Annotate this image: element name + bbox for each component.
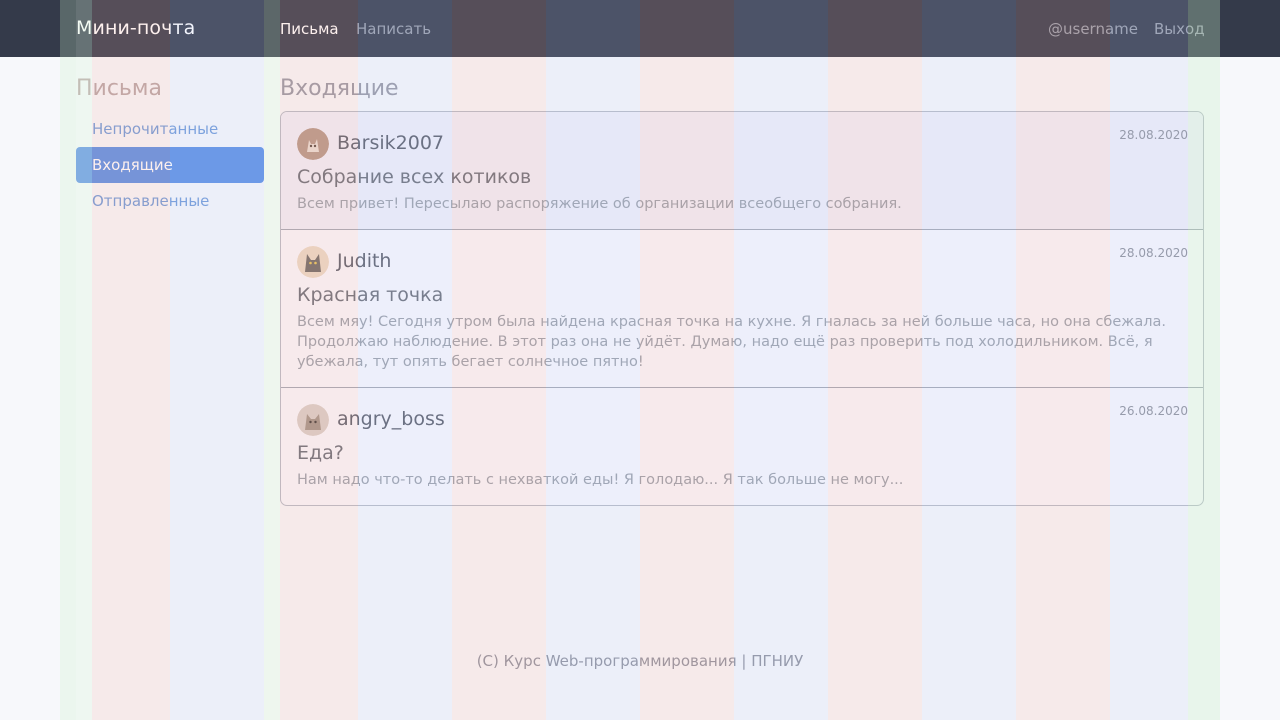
brand-logo[interactable]: Мини-почта <box>76 17 195 39</box>
message-subject: Собрание всех котиков <box>297 166 532 188</box>
sidebar-item-inbox[interactable]: Входящие <box>76 147 264 183</box>
message-item[interactable]: angry_boss 26.08.2020 Еда? Нам надо что-… <box>281 388 1203 505</box>
message-subject: Еда? <box>297 442 344 464</box>
cat-avatar-icon <box>297 404 329 436</box>
sidebar-item-label: Отправленные <box>92 192 210 210</box>
message-subject: Красная точка <box>297 284 444 306</box>
message-date: 28.08.2020 <box>1119 128 1188 142</box>
grid-overlay-column <box>92 0 170 720</box>
message-preview: Всем мяу! Сегодня утром была найдена кра… <box>297 314 1167 370</box>
message-date: 26.08.2020 <box>1119 404 1188 418</box>
nav-compose-link[interactable]: Написать <box>356 20 431 38</box>
sidebar-item-unread[interactable]: Непрочитанные <box>76 111 264 147</box>
logout-link[interactable]: Выход <box>1154 20 1205 38</box>
grid-overlay-gutter <box>76 0 92 720</box>
top-navbar: Мини-почта Письма Написать @username Вых… <box>0 0 1280 57</box>
grid-overlay-gutter <box>264 0 280 720</box>
cat-avatar-icon <box>297 128 329 160</box>
page-footer: (C) Курс Web-программирования | ПГНИУ <box>476 652 804 670</box>
message-preview: Нам надо что-то делать с нехваткой еды! … <box>297 472 904 488</box>
nav-letters-link[interactable]: Письма <box>280 20 339 38</box>
cat-avatar-icon <box>297 246 329 278</box>
message-item[interactable]: Barsik2007 28.08.2020 Собрание всех коти… <box>281 112 1203 230</box>
message-list: Barsik2007 28.08.2020 Собрание всех коти… <box>280 111 1204 506</box>
sidebar-item-label: Входящие <box>92 156 173 174</box>
page-title: Входящие <box>280 76 399 101</box>
sidebar-title: Письма <box>76 76 162 101</box>
message-item[interactable]: Judith 28.08.2020 Красная точка Всем мяу… <box>281 230 1203 388</box>
sidebar-item-sent[interactable]: Отправленные <box>76 183 264 219</box>
grid-overlay-gutter <box>60 0 76 720</box>
message-date: 28.08.2020 <box>1119 246 1188 260</box>
message-sender: angry_boss <box>337 408 445 430</box>
message-sender: Barsik2007 <box>337 132 445 154</box>
message-sender: Judith <box>337 250 392 272</box>
grid-overlay-column <box>170 0 264 720</box>
message-preview: Всем привет! Пересылаю распоряжение об о… <box>297 196 902 212</box>
username-link[interactable]: @username <box>1048 20 1138 38</box>
sidebar-item-label: Непрочитанные <box>92 120 219 138</box>
